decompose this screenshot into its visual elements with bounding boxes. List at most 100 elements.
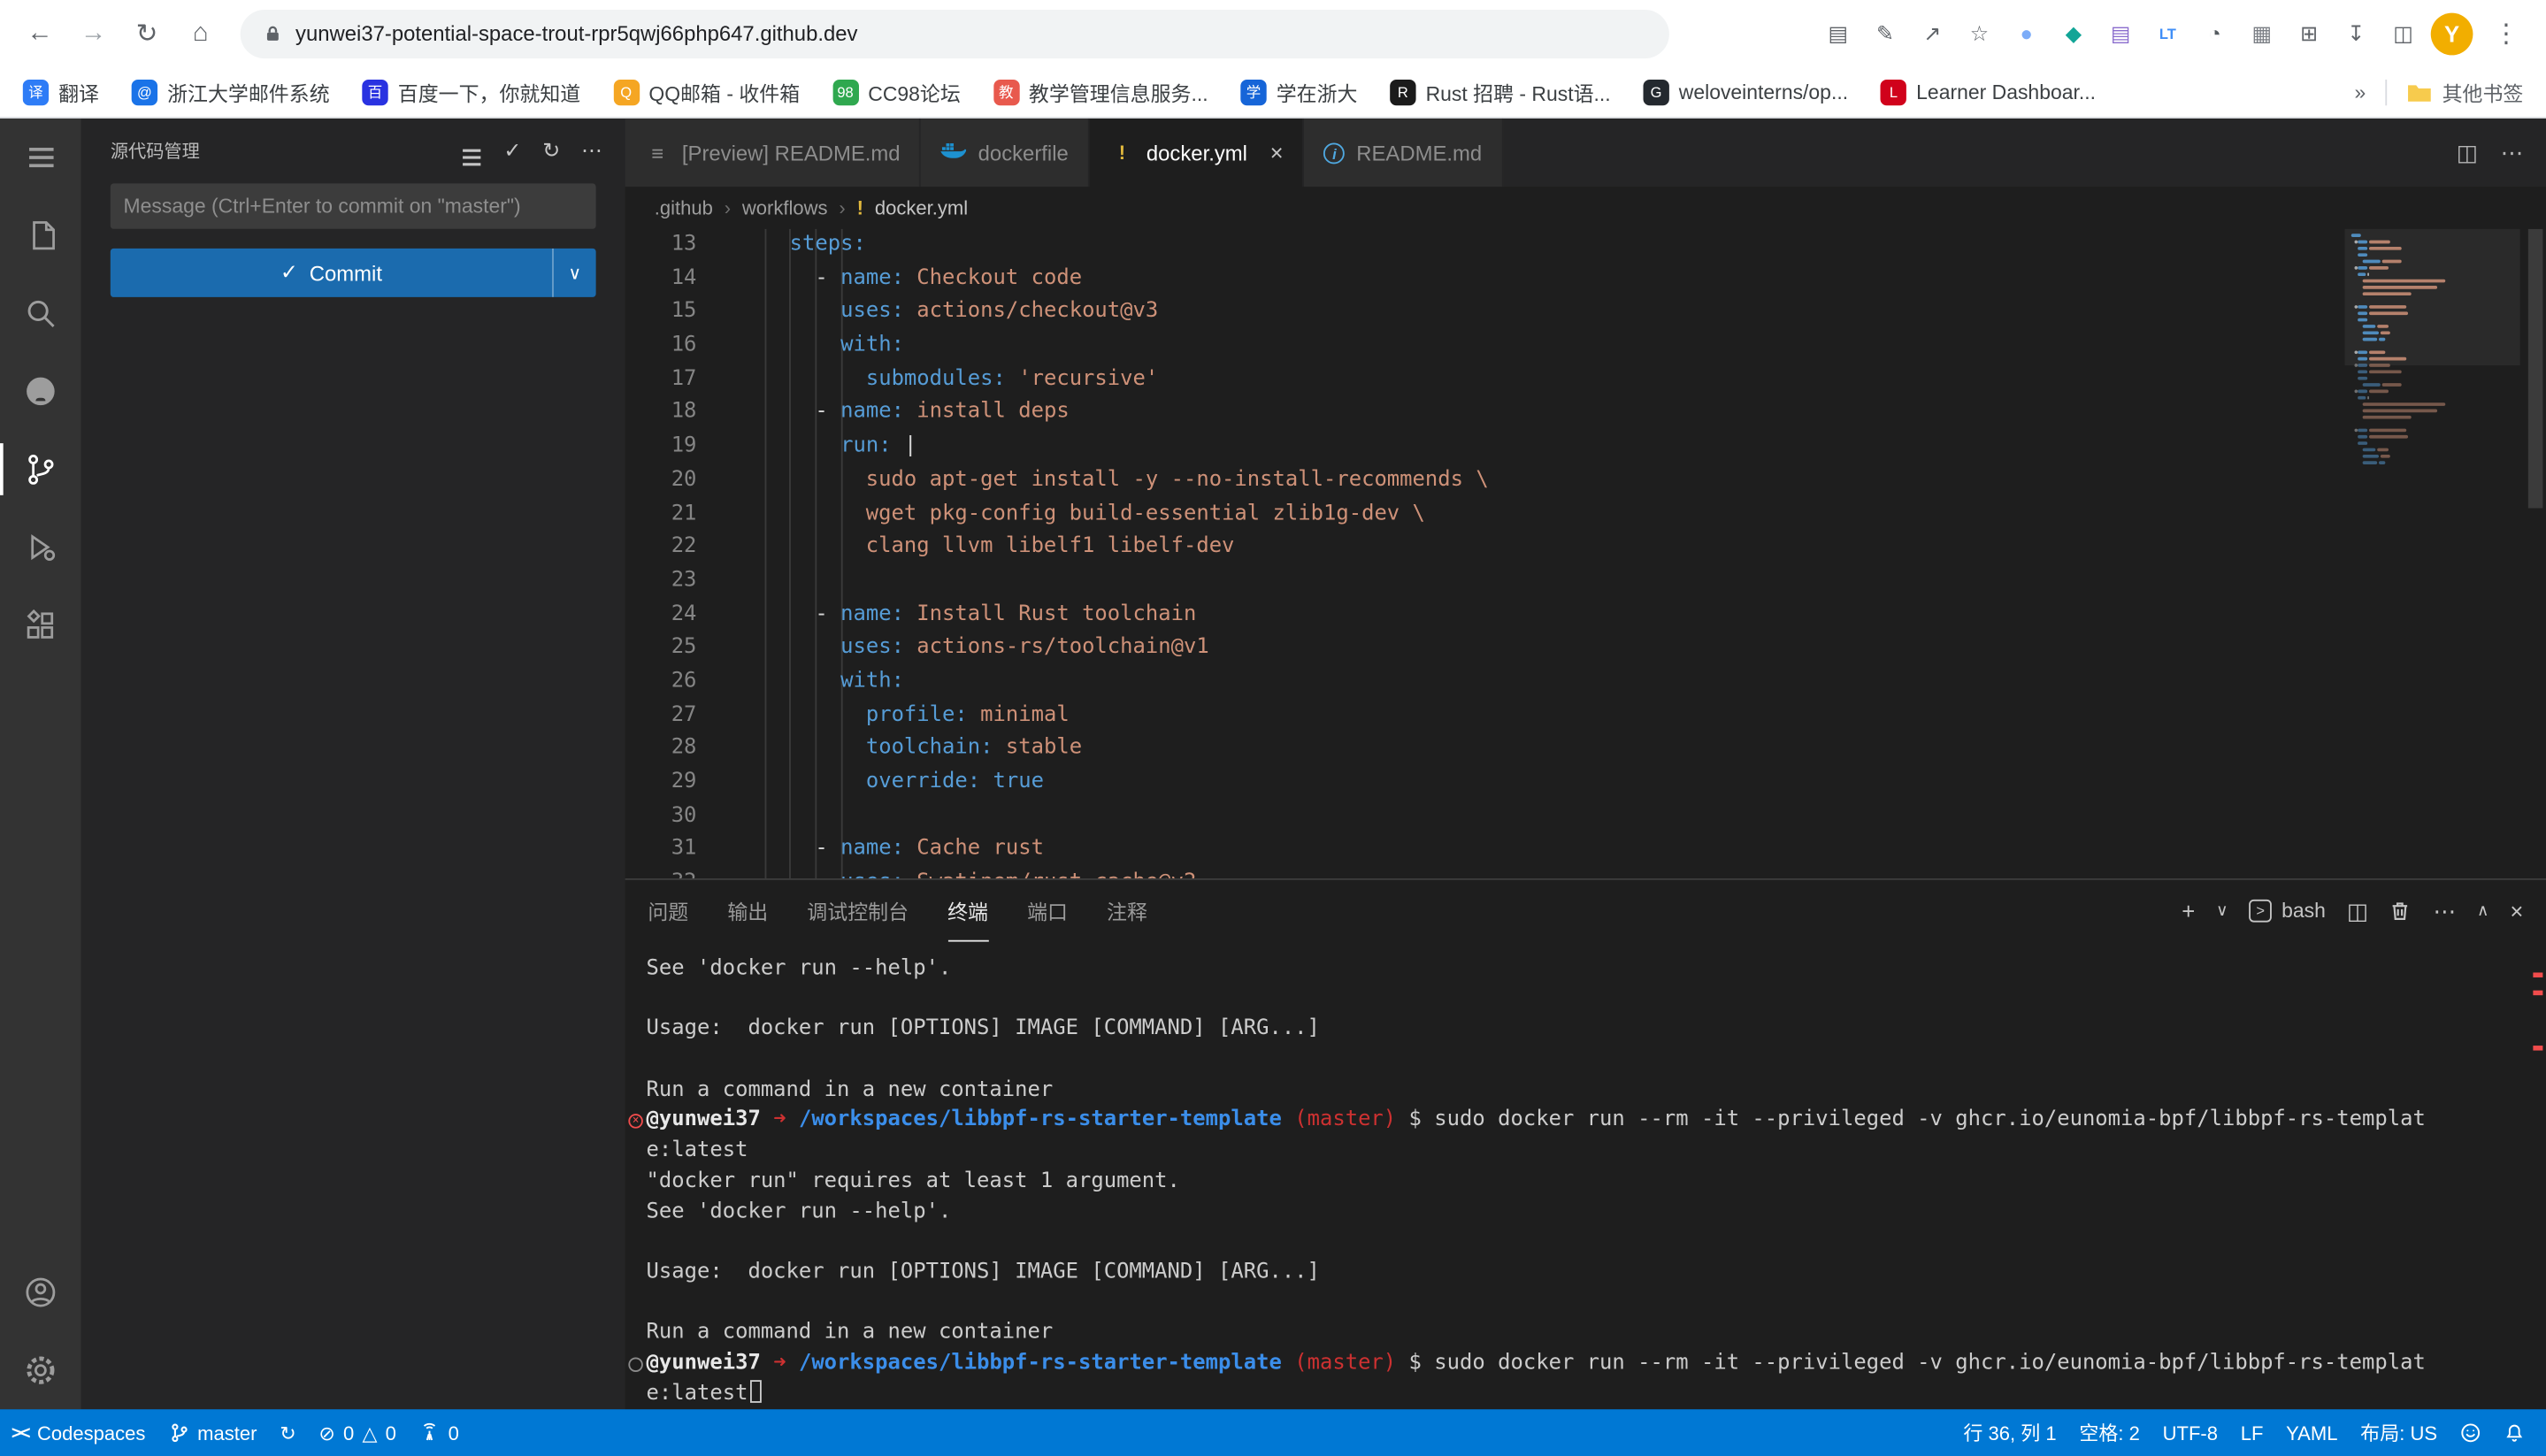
search-icon[interactable] xyxy=(0,274,81,352)
languagetool-icon[interactable]: LT xyxy=(2147,12,2189,55)
extensions-icon[interactable] xyxy=(0,586,81,664)
line-col-indicator[interactable]: 行 36, 列 1 xyxy=(1952,1409,2068,1456)
terminal-picker[interactable]: > bash xyxy=(2249,900,2325,923)
kill-terminal-icon[interactable] xyxy=(2389,900,2412,923)
forward-icon[interactable]: → xyxy=(72,11,116,56)
menu-icon[interactable] xyxy=(0,119,81,196)
settings-gear-icon[interactable] xyxy=(0,1331,81,1409)
maximize-panel-icon[interactable]: ∧ xyxy=(2477,902,2488,920)
breadcrumb-file[interactable]: docker.yml xyxy=(875,196,968,219)
browser-essentials-icon[interactable]: ● xyxy=(2005,12,2048,55)
commit-check-icon[interactable]: ✓ xyxy=(503,138,521,164)
problems-indicator[interactable]: ⊘ 0 △ 0 xyxy=(308,1409,408,1456)
shield-extension-icon[interactable]: ◆ xyxy=(2052,12,2095,55)
layout-indicator[interactable]: 布局: US xyxy=(2349,1409,2449,1456)
view-as-list-icon[interactable] xyxy=(462,139,483,164)
tab-groups-icon[interactable]: ▦ xyxy=(2241,12,2283,55)
home-icon[interactable]: ⌂ xyxy=(179,11,223,56)
terminal-content[interactable]: See 'docker run --help'. Usage: docker r… xyxy=(625,942,2546,1410)
favorites-star-icon[interactable]: ☆ xyxy=(1959,12,2001,55)
tab-preview-readme[interactable]: ≡[Preview] README.md xyxy=(625,119,922,187)
toolbar-actions: ▤✎↗☆●◆▤LT◔▦⊞↧◫ xyxy=(1817,12,2424,55)
code-line: uses: actions/checkout@v3 xyxy=(739,296,2332,330)
notifications-button[interactable] xyxy=(2492,1409,2536,1456)
refresh-icon[interactable]: ↻ xyxy=(542,138,560,164)
source-control-icon[interactable] xyxy=(0,430,81,508)
bookmark-item[interactable]: @浙江大学邮件系统 xyxy=(132,76,330,107)
bookmark-item[interactable]: 译翻译 xyxy=(23,76,99,107)
bookmark-item[interactable]: 百百度一下，你就知道 xyxy=(362,76,580,107)
account-icon[interactable] xyxy=(0,1253,81,1331)
other-bookmarks-button[interactable]: 其他书签 xyxy=(2406,76,2523,107)
tab-dockerfile[interactable]: dockerfile xyxy=(921,119,1089,187)
explorer-icon[interactable] xyxy=(0,196,81,274)
sync-button[interactable]: ↻ xyxy=(268,1409,307,1456)
panel-tab-terminal[interactable]: 终端 xyxy=(947,880,988,942)
new-terminal-icon[interactable]: + xyxy=(2182,898,2195,923)
editor-more-icon[interactable]: ⋯ xyxy=(2501,139,2524,166)
bookmark-item[interactable]: 学学在浙大 xyxy=(1240,76,1357,107)
bookmark-item[interactable]: LLearner Dashboar... xyxy=(1881,79,2096,104)
docker-whale-icon xyxy=(940,139,966,166)
extensions-puzzle-icon[interactable]: ⊞ xyxy=(2288,12,2330,55)
code-editor[interactable]: 1314151617181920212223242526272829303132… xyxy=(625,229,2546,878)
ports-indicator[interactable]: 0 xyxy=(408,1409,471,1456)
reload-icon[interactable]: ↻ xyxy=(125,11,169,56)
panel-tab-problems[interactable]: 问题 xyxy=(648,880,688,942)
commit-button-label: Commit xyxy=(310,261,382,286)
commit-dropdown-chevron[interactable]: ∨ xyxy=(554,249,596,297)
writing-tool-icon[interactable]: ◔ xyxy=(2194,12,2236,55)
address-bar[interactable]: yunwei37-potential-space-trout-rpr5qwj66… xyxy=(241,9,1669,57)
bookmark-favicon: 译 xyxy=(23,79,49,104)
encoding-indicator[interactable]: UTF-8 xyxy=(2151,1409,2229,1456)
eol-indicator[interactable]: LF xyxy=(2229,1409,2274,1456)
breadcrumb-folder[interactable]: workflows xyxy=(742,196,828,219)
feedback-button[interactable] xyxy=(2449,1409,2493,1456)
bookmark-item[interactable]: 教教学管理信息服务... xyxy=(993,76,1208,107)
terminal-line: Run a command in a new container xyxy=(647,1319,2546,1349)
codespaces-remote-button[interactable]: >< Codespaces xyxy=(0,1409,157,1456)
tab-readme[interactable]: iREADME.md xyxy=(1305,119,1503,187)
bookmark-item[interactable]: RRust 招聘 - Rust语... xyxy=(1390,76,1610,107)
minimap[interactable] xyxy=(2344,234,2519,474)
commit-message-input[interactable] xyxy=(111,183,596,228)
profile-avatar[interactable]: Y xyxy=(2431,12,2473,55)
split-screen-icon[interactable]: ◫ xyxy=(2382,12,2425,55)
panel-tab-comments[interactable]: 注释 xyxy=(1107,880,1147,942)
breadcrumb[interactable]: .github › workflows › ! docker.yml xyxy=(625,187,2546,229)
panel-tab-output[interactable]: 输出 xyxy=(727,880,768,942)
language-indicator[interactable]: YAML xyxy=(2274,1409,2349,1456)
split-editor-icon[interactable]: ◫ xyxy=(2457,139,2478,166)
branch-indicator[interactable]: master xyxy=(157,1409,268,1456)
breadcrumb-folder[interactable]: .github xyxy=(655,196,713,219)
bookmark-item[interactable]: QQQ邮箱 - 收件箱 xyxy=(613,76,800,107)
bookmark-media-icon[interactable]: ▤ xyxy=(1817,12,1860,55)
panel-more-icon[interactable]: ⋯ xyxy=(2433,897,2456,924)
line-number: 15 xyxy=(625,296,697,330)
editor-scrollbar[interactable] xyxy=(2523,229,2546,878)
tab-docker-yml[interactable]: !docker.yml× xyxy=(1090,119,1305,187)
reading-list-icon[interactable]: ▤ xyxy=(2099,12,2142,55)
github-icon[interactable] xyxy=(0,352,81,430)
activity-bar xyxy=(0,119,81,1409)
bookmark-item[interactable]: 98CC98论坛 xyxy=(832,76,961,107)
web-capture-icon[interactable]: ✎ xyxy=(1864,12,1906,55)
panel-tab-debug-console[interactable]: 调试控制台 xyxy=(807,880,909,942)
browser-menu-icon[interactable]: ⋮ xyxy=(2484,11,2528,56)
more-actions-icon[interactable]: ⋯ xyxy=(581,138,602,164)
indent-indicator[interactable]: 空格: 2 xyxy=(2068,1409,2151,1456)
close-panel-icon[interactable]: × xyxy=(2510,898,2523,923)
terminal-profile-chevron-icon[interactable]: ∨ xyxy=(2216,902,2228,920)
split-terminal-icon[interactable]: ◫ xyxy=(2347,897,2368,924)
panel-tab-ports[interactable]: 端口 xyxy=(1027,880,1068,942)
bookmarks-overflow-icon[interactable]: » xyxy=(2355,80,2366,103)
bookmark-label: 浙江大学邮件系统 xyxy=(167,76,330,107)
bookmark-item[interactable]: Gweloveinterns/op... xyxy=(1643,79,1848,104)
run-debug-icon[interactable] xyxy=(0,509,81,586)
commit-button[interactable]: ✓ Commit ∨ xyxy=(111,249,596,297)
downloads-icon[interactable]: ↧ xyxy=(2335,12,2377,55)
share-icon[interactable]: ↗ xyxy=(1911,12,1953,55)
yaml-warning-icon: ! xyxy=(1109,142,1135,165)
back-icon[interactable]: ← xyxy=(18,11,62,56)
close-tab-icon[interactable]: × xyxy=(1270,140,1284,165)
